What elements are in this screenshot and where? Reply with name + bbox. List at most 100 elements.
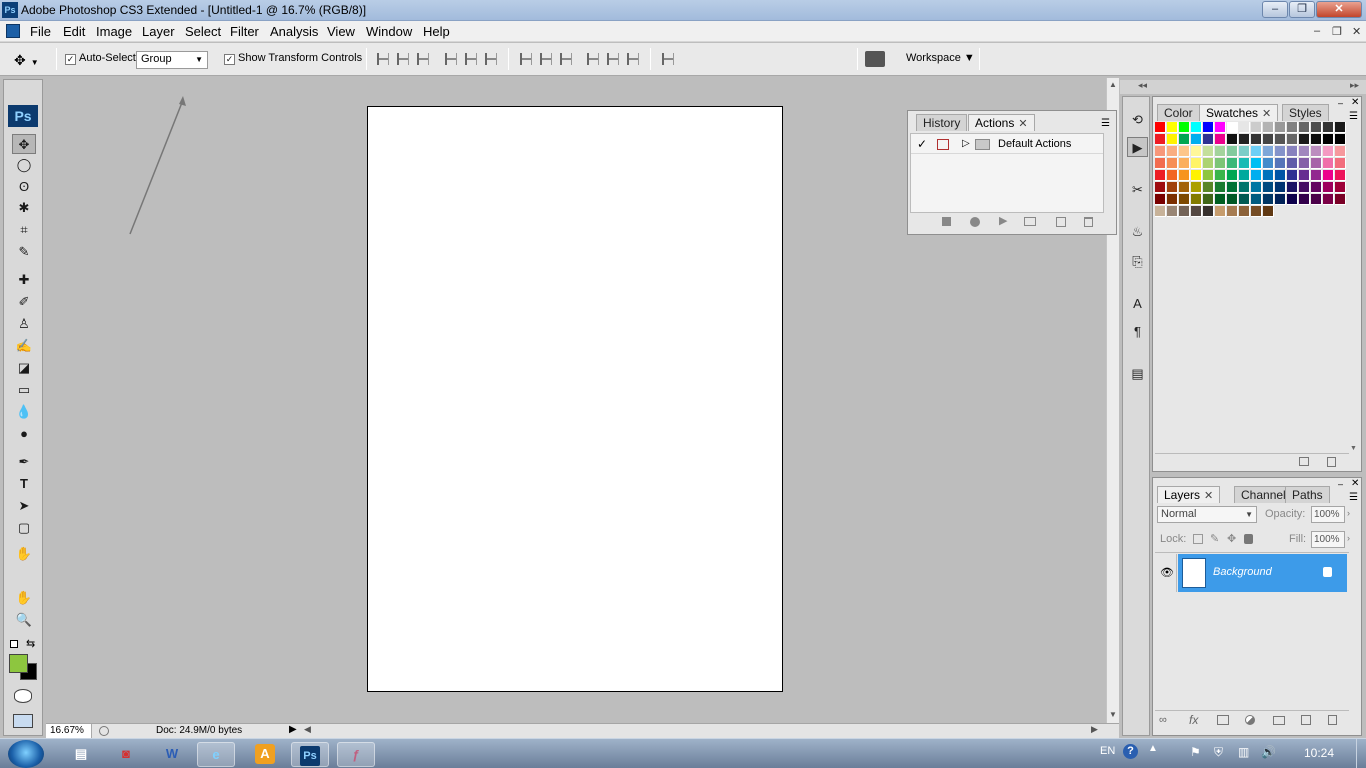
swatch[interactable] [1167, 158, 1178, 169]
swatch[interactable] [1215, 146, 1226, 157]
swatch[interactable] [1335, 134, 1346, 145]
swatch[interactable] [1323, 194, 1334, 205]
explorer-icon[interactable]: ▤ [62, 742, 100, 767]
character-panel-icon[interactable]: A [1127, 293, 1148, 313]
fill-slider-arrow-icon[interactable]: › [1347, 533, 1350, 543]
doc-minimize-button[interactable]: – [1314, 25, 1320, 37]
clone-source-icon[interactable]: ⎘ [1127, 251, 1148, 271]
canvas[interactable] [367, 106, 783, 692]
close-icon[interactable]: ✕ [1204, 490, 1213, 502]
swatch[interactable] [1335, 194, 1346, 205]
swatch[interactable] [1191, 182, 1202, 193]
path-selection-tool-icon[interactable]: ➤ [12, 496, 36, 516]
swatch[interactable] [1215, 134, 1226, 145]
swatch[interactable] [1167, 146, 1178, 157]
doc-close-button[interactable]: ✕ [1352, 25, 1361, 38]
trash-icon[interactable] [1327, 457, 1336, 467]
swatch[interactable] [1335, 122, 1346, 133]
swatch[interactable] [1251, 206, 1262, 217]
swatch[interactable] [1263, 134, 1274, 145]
scroll-up-icon[interactable]: ▲ [1109, 80, 1117, 89]
swatch[interactable] [1299, 182, 1310, 193]
swatch[interactable] [1191, 170, 1202, 181]
close-icon[interactable]: ✕ [1018, 118, 1027, 130]
swatch[interactable] [1335, 158, 1346, 169]
trash-icon[interactable] [1328, 715, 1337, 725]
swatch[interactable] [1203, 206, 1214, 217]
brush-tool-icon[interactable]: ✐ [12, 292, 36, 312]
align-right-icon[interactable] [485, 53, 497, 65]
swatch[interactable] [1251, 158, 1262, 169]
swatch[interactable] [1275, 146, 1286, 157]
swatch[interactable] [1155, 122, 1166, 133]
actions-panel-icon[interactable]: ▶ [1127, 137, 1148, 157]
expand-triangle-icon[interactable]: ▷ [962, 138, 970, 149]
swatch[interactable] [1179, 206, 1190, 217]
foreground-color-swatch[interactable] [9, 654, 28, 673]
restore-button[interactable]: ❐ [1289, 1, 1315, 18]
align-hcenter-icon[interactable] [465, 53, 477, 65]
eraser-tool-icon[interactable]: ◪ [12, 358, 36, 378]
default-colors-icon[interactable] [10, 640, 18, 648]
menu-filter[interactable]: Filter [230, 24, 259, 39]
swatch[interactable] [1155, 170, 1166, 181]
swap-colors-icon[interactable]: ⇆ [26, 637, 35, 650]
clone-stamp-tool-icon[interactable]: ♙ [12, 314, 36, 334]
swatch[interactable] [1155, 194, 1166, 205]
layer-visibility-toggle[interactable]: 👁 [1155, 554, 1177, 592]
status-info-icon[interactable] [99, 726, 109, 736]
pdf-app-icon[interactable]: ◙ [107, 742, 145, 767]
swatch[interactable] [1323, 158, 1334, 169]
panel-menu-icon[interactable]: ☰ [1349, 111, 1358, 122]
tab-layers[interactable]: Layers ✕ [1157, 486, 1221, 503]
swatch[interactable] [1251, 182, 1262, 193]
layer-row-background[interactable]: 👁 Background [1155, 554, 1349, 594]
swatch[interactable] [1335, 170, 1346, 181]
scroll-left-icon[interactable]: ◀ [304, 724, 311, 735]
swatch[interactable] [1179, 134, 1190, 145]
layer-mask-icon[interactable] [1217, 715, 1229, 725]
swatch[interactable] [1155, 206, 1166, 217]
start-button[interactable] [8, 740, 44, 768]
swatch[interactable] [1263, 194, 1274, 205]
language-indicator[interactable]: EN [1100, 745, 1115, 757]
swatch[interactable] [1299, 122, 1310, 133]
swatch[interactable] [1287, 146, 1298, 157]
swatch[interactable] [1167, 182, 1178, 193]
swatch[interactable] [1299, 146, 1310, 157]
swatch[interactable] [1239, 134, 1250, 145]
swatch[interactable] [1311, 194, 1322, 205]
swatch[interactable] [1215, 158, 1226, 169]
swatch[interactable] [1191, 206, 1202, 217]
type-tool-icon[interactable]: T [12, 474, 36, 494]
swatch[interactable] [1191, 122, 1202, 133]
tray-chevron-icon[interactable]: ▲ [1148, 743, 1158, 754]
panel-close-icon[interactable]: ✕ [1351, 97, 1359, 108]
adjustment-layer-icon[interactable] [1245, 715, 1255, 725]
minimize-button[interactable]: – [1262, 1, 1288, 18]
swatch[interactable] [1287, 194, 1298, 205]
swatch[interactable] [1251, 170, 1262, 181]
zoom-tool-icon[interactable]: 🔍 [12, 610, 36, 630]
list-item[interactable]: ✓ ▷ Default Actions [911, 136, 1103, 154]
swatch[interactable] [1311, 146, 1322, 157]
fill-field[interactable]: 100% [1311, 531, 1345, 548]
menu-select[interactable]: Select [185, 24, 221, 39]
marquee-tool-icon[interactable]: ◯ [12, 155, 36, 175]
swatch[interactable] [1203, 170, 1214, 181]
swatch[interactable] [1227, 206, 1238, 217]
swatch[interactable] [1311, 134, 1322, 145]
swatch[interactable] [1299, 158, 1310, 169]
swatch[interactable] [1179, 146, 1190, 157]
panel-minimize-icon[interactable]: – [1338, 98, 1343, 108]
new-set-icon[interactable] [1024, 217, 1036, 226]
distribute-right-icon[interactable] [627, 53, 639, 65]
panel-menu-icon[interactable]: ☰ [1349, 492, 1358, 503]
move-tool-icon[interactable]: ✥ [12, 134, 36, 154]
align-bottom-icon[interactable] [417, 53, 429, 65]
auto-align-layers-icon[interactable] [662, 53, 674, 65]
lock-position-icon[interactable]: ✥ [1227, 532, 1236, 545]
swatch[interactable] [1287, 158, 1298, 169]
menu-window[interactable]: Window [366, 24, 412, 39]
swatch[interactable] [1263, 122, 1274, 133]
